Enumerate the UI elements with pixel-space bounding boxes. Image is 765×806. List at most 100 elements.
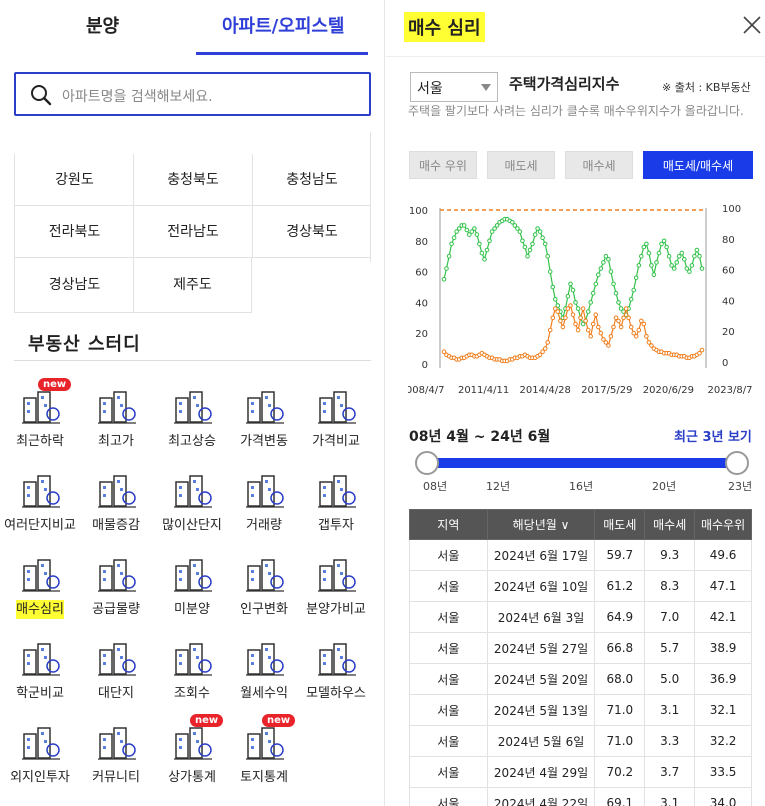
region-cell[interactable]: 전라남도 <box>133 206 252 258</box>
region-cell[interactable]: 충청남도 <box>252 154 371 206</box>
multi-compare-icon <box>22 475 60 508</box>
study-tool-community[interactable]: 커뮤니티 <box>78 722 154 802</box>
table-cell: 서울 <box>409 632 488 664</box>
slider-end-handle[interactable] <box>725 451 749 475</box>
source-label: ※ 출처 : KB부동산 <box>662 81 751 94</box>
buy-series-point <box>578 315 583 321</box>
new-badge: new <box>262 714 296 727</box>
table-cell: 38.9 <box>694 632 752 664</box>
region-select[interactable]: 서울 <box>410 72 498 102</box>
sell-series-point <box>689 263 695 268</box>
study-tool-model-house[interactable]: 모델하우스 <box>298 638 374 718</box>
filter-sell-buy-button[interactable]: 매도세/매수세 <box>643 151 753 179</box>
study-tool-population[interactable]: 인구변화 <box>226 554 302 634</box>
study-tool-most-bought[interactable]: 많이산단지 <box>154 470 230 550</box>
panel-title: 매수 심리 <box>404 12 485 42</box>
shop-stats-icon <box>174 727 212 760</box>
study-tool-price-change[interactable]: 가격변동 <box>226 386 302 466</box>
study-tool-views[interactable]: 조회수 <box>154 638 230 718</box>
sell-series-point <box>631 287 636 293</box>
col-date-sort[interactable]: 해당년월 ∨ <box>486 509 596 540</box>
slider-start-handle[interactable] <box>415 451 439 475</box>
study-tool-multi-compare[interactable]: 여러단지비교 <box>2 470 78 550</box>
y-tick-left: 60 <box>415 268 428 279</box>
region-cell[interactable]: 경상북도 <box>252 206 371 258</box>
slider-tick: 08년 <box>423 480 448 493</box>
study-tool-label: 토지통계 <box>240 770 288 785</box>
tab-bunyang[interactable]: 분양 <box>86 12 119 38</box>
buy-series-point <box>699 347 705 353</box>
study-tool-buying-sentiment[interactable]: 매수심리 <box>2 554 78 634</box>
study-tool-label: 매물증감 <box>92 518 140 533</box>
region-cell[interactable]: 제주도 <box>133 258 252 313</box>
table-cell: 2024년 4월 22일 <box>486 787 596 806</box>
sell-series-point <box>606 257 611 262</box>
y-tick-left: 40 <box>415 298 428 309</box>
sell-series-point <box>525 253 530 259</box>
study-tool-label: 가격변동 <box>240 434 288 449</box>
region-cell[interactable]: 경상남도 <box>14 258 134 313</box>
sell-series-point <box>656 250 662 256</box>
sell-series-point <box>633 275 639 281</box>
table-cell: 32.2 <box>694 725 752 757</box>
col-region: 지역 <box>409 509 488 540</box>
search-input[interactable]: 아파트명을 검색해보세요. <box>14 72 371 116</box>
filter-buy-button[interactable]: 매수세 <box>565 151 633 179</box>
region-cell[interactable]: 충청북도 <box>133 154 252 206</box>
sell-series-point <box>482 257 487 262</box>
study-tool-gap-invest[interactable]: 갭투자 <box>298 470 374 550</box>
study-tool-top-price[interactable]: 최고가 <box>78 386 154 466</box>
study-tool-listing-change[interactable]: 매물증감 <box>78 470 154 550</box>
buy-series-point <box>560 324 566 330</box>
study-tool-volume[interactable]: 거래량 <box>226 470 302 550</box>
table-cell: 서울 <box>409 725 488 757</box>
y-tick-left: 20 <box>415 329 428 340</box>
study-tool-rent-income[interactable]: 월세수익 <box>226 638 302 718</box>
sell-series-point <box>694 247 700 253</box>
study-tool-top-rise[interactable]: 최고상승 <box>154 386 230 466</box>
buy-series-point <box>563 315 568 321</box>
table-row: 서울 2024년 5월 27일 66.8 5.7 38.9 <box>409 632 752 664</box>
study-tool-label: 최고상승 <box>168 434 216 449</box>
study-tool-school[interactable]: 학군비교 <box>2 638 78 718</box>
study-tool-supply[interactable]: 공급물량 <box>78 554 154 634</box>
table-cell: 70.2 <box>594 756 646 788</box>
table-cell: 서울 <box>409 694 488 726</box>
sell-series-point <box>451 235 457 241</box>
study-tool-price-compare[interactable]: 가격비교 <box>298 386 374 466</box>
region-cell[interactable]: 강원도 <box>14 154 134 206</box>
recent-3y-link[interactable]: 최근 3년 보기 <box>674 426 752 445</box>
sentiment-table: 지역 해당년월 ∨ 매도세 매수세 매수우위 서울 2024년 6월 17일 59.… <box>409 509 752 806</box>
tab-apartment-officetel[interactable]: 아파트/오피스텔 <box>222 12 345 38</box>
search-icon <box>31 85 52 106</box>
sell-series-point <box>671 266 677 271</box>
sell-series-point <box>520 238 525 244</box>
study-tool-label: 대단지 <box>98 686 134 701</box>
table-cell: 32.1 <box>694 694 752 726</box>
buy-series-point <box>558 318 563 324</box>
study-tool-large-complex[interactable]: 대단지 <box>78 638 154 718</box>
sell-series-point <box>570 287 576 293</box>
region-cell[interactable]: 전라북도 <box>14 206 134 258</box>
study-tool-land-stats[interactable]: new 토지통계 <box>226 714 302 802</box>
study-tool-outsider-invest[interactable]: 외지인투자 <box>2 722 78 802</box>
study-tool-shop-stats[interactable]: new 상가통계 <box>154 714 230 802</box>
table-cell: 3.7 <box>644 756 696 788</box>
category-tabs: 분양 아파트/오피스텔 <box>0 0 385 56</box>
study-tool-sale-price-compare[interactable]: 분양가비교 <box>298 554 374 634</box>
close-icon[interactable] <box>741 14 763 36</box>
table-cell: 서울 <box>409 570 488 602</box>
study-tool-label: 많이산단지 <box>162 518 222 533</box>
study-tool-price-drop[interactable]: new 최근하락 <box>2 378 78 466</box>
buy-series-point <box>641 321 647 327</box>
period-slider-track[interactable] <box>426 458 737 468</box>
buy-series-point <box>611 324 616 330</box>
study-tool-unsold[interactable]: 미분양 <box>154 554 230 634</box>
filter-buy-advantage-button[interactable]: 매수 우위 <box>409 151 477 179</box>
filter-sell-button[interactable]: 매도세 <box>487 151 555 179</box>
sell-series-point <box>666 253 672 259</box>
new-badge: new <box>190 714 224 727</box>
buy-series-point <box>628 324 634 330</box>
sell-series-point <box>588 300 593 305</box>
sell-series-point <box>575 306 581 311</box>
